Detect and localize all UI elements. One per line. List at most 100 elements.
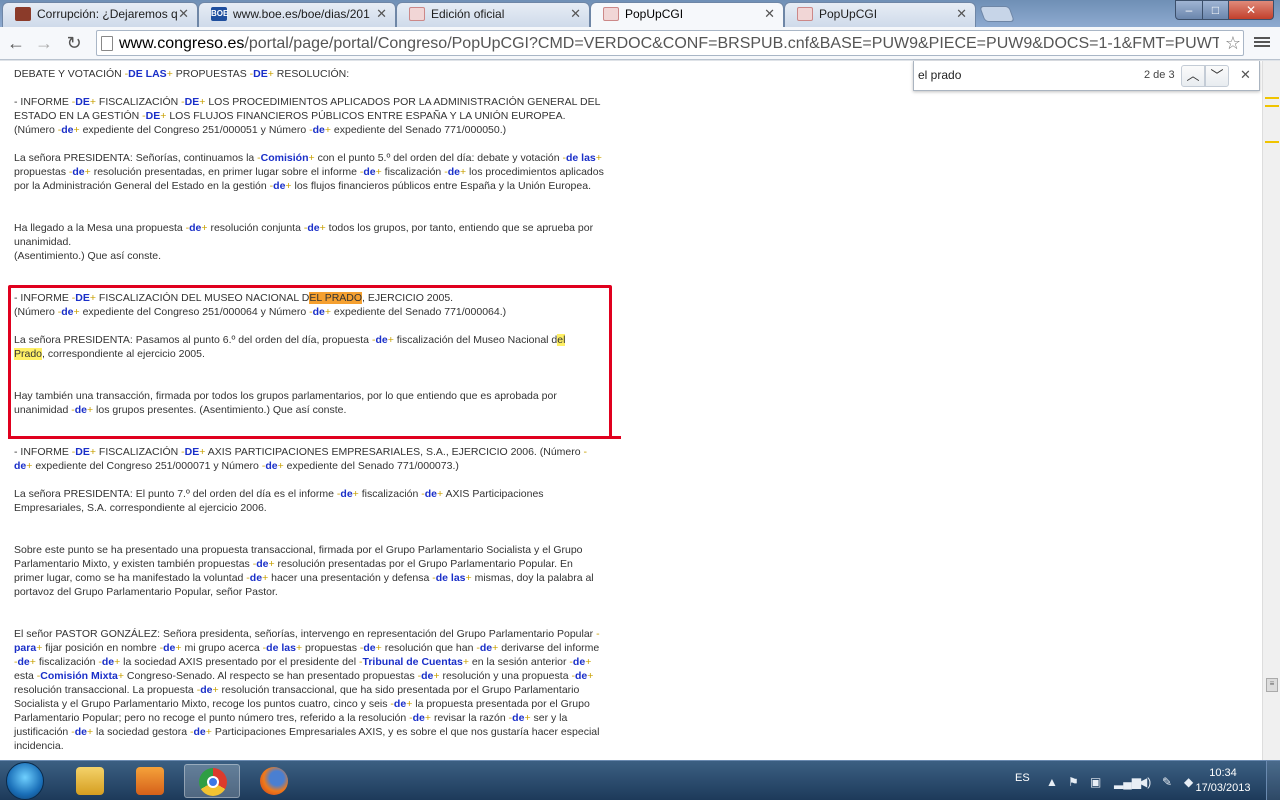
- keyword: de: [249, 572, 263, 584]
- find-input[interactable]: [918, 65, 1088, 85]
- doc-paragraph: - INFORME -DE+ FISCALIZACIÓN -DE+ LOS PR…: [14, 95, 604, 137]
- back-button[interactable]: ←: [4, 31, 28, 55]
- doc-paragraph: Ha llegado a la Mesa una propuesta -de+ …: [14, 221, 604, 263]
- doc-text: - INFORME: [14, 446, 72, 458]
- keyword: DE LAS: [128, 68, 167, 80]
- doc-text: propuestas: [14, 166, 69, 178]
- keyword: de: [393, 698, 407, 710]
- new-tab-button[interactable]: [979, 6, 1015, 22]
- doc-text: fijar posición en nombre: [42, 642, 160, 654]
- brush-icon[interactable]: ✎: [1162, 775, 1172, 789]
- doc-text: propuestas: [302, 642, 360, 654]
- keyword: Comisión Mixta: [40, 670, 118, 682]
- maximize-button[interactable]: □: [1202, 0, 1229, 20]
- tab-close-icon[interactable]: ✕: [178, 3, 189, 25]
- device-icon[interactable]: ▣: [1090, 775, 1101, 789]
- doc-text: expediente del Congreso 251/000064 y Núm…: [79, 306, 310, 318]
- doc-text: AXIS PARTICIPACIONES EMPRESARIALES, S.A.…: [205, 446, 584, 458]
- doc-text: , correspondiente al ejercicio 2005.: [42, 348, 205, 360]
- doc-text: mi grupo acerca: [181, 642, 263, 654]
- tab-popupcgi[interactable]: PopUpCGI ✕: [784, 2, 976, 27]
- doc-text: FISCALIZACIÓN: [95, 96, 182, 108]
- keyword: de: [14, 460, 27, 472]
- tab-close-icon[interactable]: ✕: [376, 3, 387, 25]
- keyword: de: [479, 642, 493, 654]
- keyword: de: [307, 222, 320, 234]
- marker-sign: +: [585, 656, 592, 668]
- tab-close-icon[interactable]: ✕: [764, 3, 775, 25]
- doc-text: Congreso-Senado. Al respecto se han pres…: [124, 670, 418, 682]
- start-button[interactable]: [6, 762, 44, 800]
- url-text[interactable]: www.congreso.es/portal/page/portal/Congr…: [119, 34, 1219, 53]
- doc-text: expediente del Congreso 251/000071 y Núm…: [32, 460, 262, 472]
- taskbar-media[interactable]: [122, 764, 178, 798]
- congreso-favicon-icon: [797, 7, 813, 21]
- doc-paragraph: - INFORME -DE+ FISCALIZACIÓN -DE+ AXIS P…: [14, 445, 604, 473]
- congreso-favicon-icon: [603, 7, 619, 21]
- taskbar-explorer[interactable]: [62, 764, 118, 798]
- find-previous-button[interactable]: ︿: [1181, 65, 1205, 87]
- keyword: de: [375, 334, 388, 346]
- minimize-button[interactable]: –: [1175, 0, 1203, 20]
- doc-text: revisar la razón: [431, 712, 509, 724]
- doc-text: fiscalización: [358, 488, 422, 500]
- vertical-scrollbar[interactable]: ≡: [1262, 61, 1280, 760]
- doc-text: FISCALIZACIÓN: [95, 446, 182, 458]
- tab-close-icon[interactable]: ✕: [956, 3, 967, 25]
- keyword: de: [265, 460, 278, 472]
- keyword: DE: [75, 292, 90, 304]
- keyword: de: [572, 656, 586, 668]
- keyword: de: [200, 684, 213, 696]
- doc-text: El señor PASTOR GONZÁLEZ: Señora preside…: [14, 628, 597, 640]
- keyword: DE: [184, 446, 200, 458]
- show-hidden-icons-icon[interactable]: ▲: [1046, 775, 1058, 789]
- doc-text: resolución transaccional. La propuesta: [14, 684, 197, 696]
- keyword: de: [61, 306, 74, 318]
- doc-text: esta: [14, 670, 37, 682]
- taskbar-clock[interactable]: 10:34 17/03/2013: [1188, 766, 1258, 796]
- find-close-icon[interactable]: ✕: [1240, 67, 1251, 83]
- keyword: de: [17, 656, 30, 668]
- bookmark-star-icon[interactable]: ☆: [1225, 31, 1241, 55]
- keyword: de: [421, 670, 434, 682]
- doc-text: , EJERCICIO 2005.: [362, 292, 454, 304]
- chrome-menu-icon[interactable]: [1254, 35, 1270, 51]
- doc-paragraph: Hay también una transacción, firmada por…: [14, 389, 604, 417]
- volume-icon[interactable]: ◀): [1138, 775, 1151, 789]
- network-signal-icon[interactable]: ▂▄▆: [1114, 775, 1141, 789]
- keyword: de: [312, 306, 325, 318]
- taskbar-firefox[interactable]: [246, 764, 302, 798]
- keyword: DE: [75, 446, 90, 458]
- scrollbar-match-marker: [1265, 141, 1279, 143]
- marker-sign: +: [587, 670, 594, 682]
- taskbar-chrome[interactable]: [184, 764, 240, 798]
- doc-text: La señora PRESIDENTA: Señorías, continua…: [14, 152, 258, 164]
- tab-close-icon[interactable]: ✕: [570, 3, 581, 25]
- marker-sign: +: [595, 152, 602, 164]
- keyword: para: [14, 642, 37, 654]
- marker-sign: -: [596, 628, 600, 640]
- tab-edicion-oficial[interactable]: Edición oficial ✕: [396, 2, 590, 27]
- language-indicator[interactable]: ES: [1015, 772, 1030, 784]
- doc-text: fiscalización: [35, 656, 99, 668]
- tab-popupcgi-active[interactable]: PopUpCGI ✕: [590, 2, 784, 27]
- doc-paragraph: La señora PRESIDENTA: Pasamos al punto 6…: [14, 333, 604, 361]
- doc-paragraph: La señora PRESIDENTA: Señorías, continua…: [14, 151, 604, 193]
- keyword: de: [340, 488, 353, 500]
- keyword: de: [61, 124, 74, 136]
- reload-button[interactable]: ↻: [62, 31, 86, 55]
- find-highlight-current: EL PRADO: [309, 292, 363, 304]
- keyword: de: [512, 712, 525, 724]
- show-desktop-button[interactable]: [1266, 761, 1280, 800]
- find-next-button[interactable]: ﹀: [1205, 65, 1229, 87]
- forward-button[interactable]: →: [32, 31, 56, 55]
- url-path: /portal/page/portal/Congreso/PopUpCGI?CM…: [244, 35, 1219, 52]
- tab-boe[interactable]: BOE www.boe.es/boe/dias/201 ✕: [198, 2, 396, 27]
- close-window-button[interactable]: ✕: [1228, 0, 1274, 20]
- scrollbar-thumb[interactable]: ≡: [1266, 678, 1278, 692]
- tab-corrupcion[interactable]: Corrupción: ¿Dejaremos q ✕: [2, 2, 198, 27]
- address-bar[interactable]: www.congreso.es/portal/page/portal/Congr…: [96, 30, 1244, 56]
- action-center-flag-icon[interactable]: ⚑: [1068, 775, 1079, 789]
- tab-title: PopUpCGI: [625, 7, 684, 21]
- keyword: DE: [184, 96, 200, 108]
